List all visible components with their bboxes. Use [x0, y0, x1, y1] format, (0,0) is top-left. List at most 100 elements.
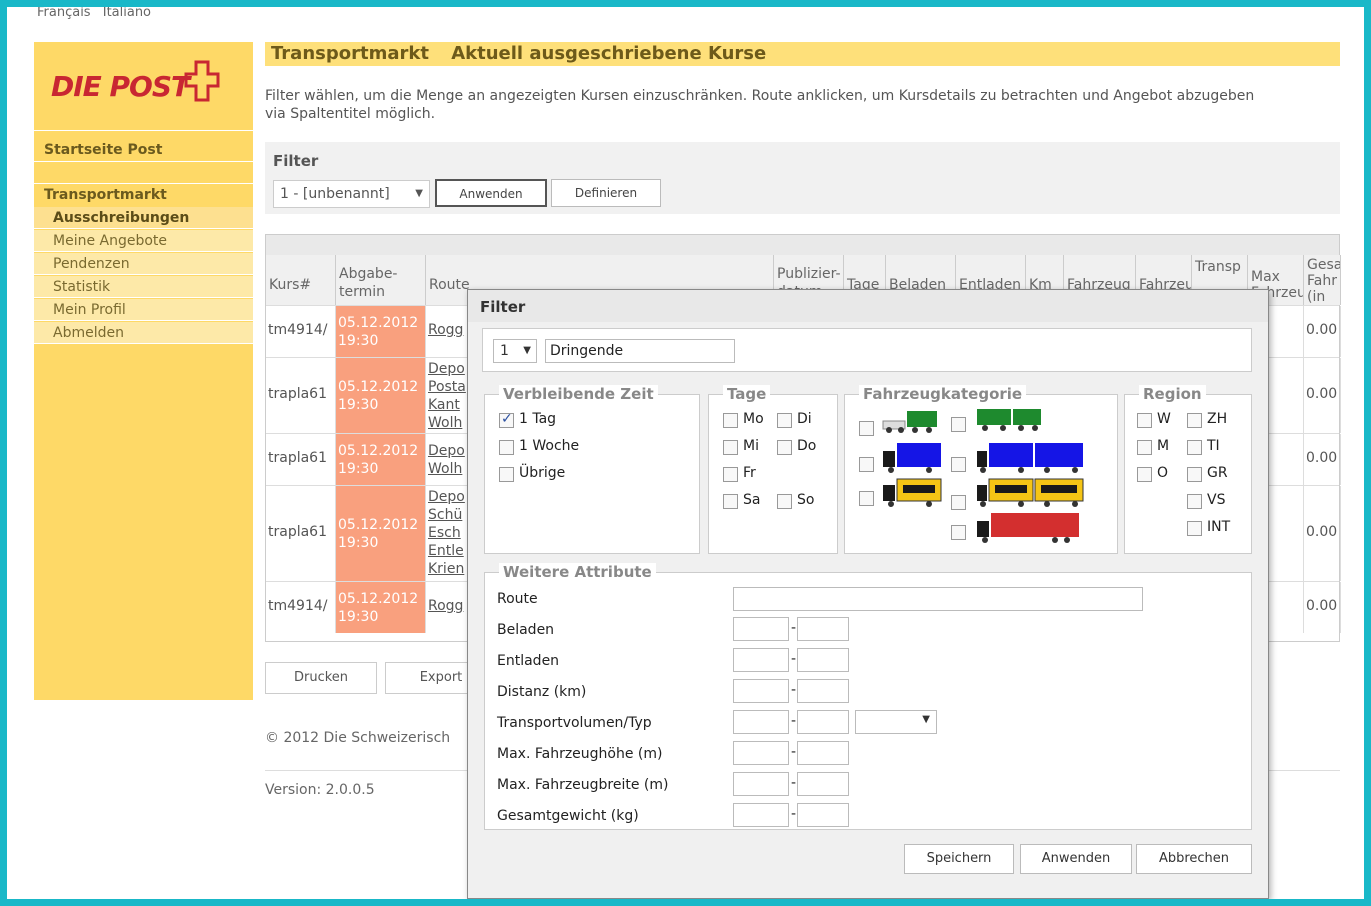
- route-link[interactable]: Kant: [428, 397, 460, 413]
- route-link[interactable]: Posta: [428, 379, 466, 395]
- vehicle-category-group: Fahrzeugkategorie: [844, 385, 1118, 554]
- checkbox-mi[interactable]: [723, 440, 738, 455]
- filter-select-value: 1 - [unbenannt]: [280, 186, 390, 202]
- checkbox-red-truck[interactable]: [951, 525, 966, 540]
- blue-truck-trailer-icon: [977, 443, 1083, 473]
- breite-from-input[interactable]: [733, 772, 789, 796]
- filter-name-input[interactable]: Dringende: [545, 339, 735, 363]
- distanz-from-input[interactable]: [733, 679, 789, 703]
- label-fr: Fr: [743, 465, 756, 481]
- table-header-bar: [266, 235, 1339, 255]
- gewicht-to-input[interactable]: [797, 803, 849, 827]
- route-link[interactable]: Entle: [428, 543, 464, 559]
- print-button[interactable]: Drucken: [265, 662, 377, 694]
- route-link[interactable]: Rogg: [428, 322, 463, 338]
- lang-it[interactable]: Italiano: [103, 7, 151, 20]
- breite-to-input[interactable]: [797, 772, 849, 796]
- column-header-abgabetermin[interactable]: Abgabe-termin: [336, 255, 426, 305]
- checkbox-mo[interactable]: [723, 413, 738, 428]
- checkbox-1-woche[interactable]: [499, 440, 514, 455]
- checkbox-di[interactable]: [777, 413, 792, 428]
- app-window: Français Italiano DIE POST Startseite Po…: [0, 0, 1371, 906]
- route-input[interactable]: [733, 587, 1143, 611]
- route-link[interactable]: Wolh: [428, 461, 462, 477]
- save-button[interactable]: Speichern: [904, 844, 1014, 874]
- checkbox-region-ti[interactable]: [1187, 440, 1202, 455]
- volumen-from-input[interactable]: [733, 710, 789, 734]
- distanz-to-input[interactable]: [797, 679, 849, 703]
- apply-filter-button[interactable]: Anwenden: [435, 179, 547, 207]
- filter-number-value: 1: [500, 343, 509, 359]
- checkbox-yellow-truck-trailer[interactable]: [951, 495, 966, 510]
- sidebar-item-abmelden[interactable]: Abmelden: [34, 322, 253, 344]
- entladen-to-input[interactable]: [797, 648, 849, 672]
- label-beladen: Beladen: [497, 622, 555, 638]
- beladen-from-input[interactable]: [733, 617, 789, 641]
- checkbox-region-m[interactable]: [1137, 440, 1152, 455]
- checkbox-region-int[interactable]: [1187, 521, 1202, 536]
- filter-dialog: Filter 1 ▼ Dringende Verbleibende Zeit 1…: [467, 289, 1269, 899]
- label-region-zh: ZH: [1207, 411, 1228, 427]
- sidebar-item-home[interactable]: Startseite Post: [34, 139, 253, 161]
- post-logo[interactable]: DIE POST: [51, 70, 190, 103]
- checkbox-do[interactable]: [777, 440, 792, 455]
- label-region-int: INT: [1207, 519, 1231, 535]
- apply-button[interactable]: Anwenden: [1020, 844, 1132, 874]
- cell-deadline: 05.12.2012 19:30: [336, 306, 426, 357]
- page-title: Transportmarkt Aktuell ausgeschriebene K…: [265, 42, 1340, 66]
- volumen-to-input[interactable]: [797, 710, 849, 734]
- label-so: So: [797, 492, 815, 508]
- route-link[interactable]: Depo: [428, 443, 465, 459]
- dialog-title: Filter: [468, 290, 1268, 322]
- filter-select[interactable]: 1 - [unbenannt] ▼: [273, 180, 430, 208]
- title-main: Transportmarkt: [271, 43, 429, 64]
- checkbox-blue-truck-trailer[interactable]: [951, 457, 966, 472]
- hoehe-to-input[interactable]: [797, 741, 849, 765]
- label-gesamtgewicht: Gesamtgewicht (kg): [497, 808, 639, 824]
- copyright: © 2012 Die Schweizerisch: [265, 730, 451, 746]
- checkbox-van[interactable]: [859, 421, 874, 436]
- sidebar-item-ausschreibungen[interactable]: Ausschreibungen: [34, 207, 253, 229]
- checkbox-region-o[interactable]: [1137, 467, 1152, 482]
- yellow-truck-icon: [883, 478, 942, 507]
- sidebar-item-mein-profil[interactable]: Mein Profil: [34, 299, 253, 321]
- range-dash: -: [791, 744, 797, 760]
- checkbox-blue-truck[interactable]: [859, 457, 874, 472]
- label-region-gr: GR: [1207, 465, 1228, 481]
- checkbox-uebrige[interactable]: [499, 467, 514, 482]
- checkbox-so[interactable]: [777, 494, 792, 509]
- beladen-to-input[interactable]: [797, 617, 849, 641]
- hoehe-from-input[interactable]: [733, 741, 789, 765]
- route-link[interactable]: Wolh: [428, 415, 462, 431]
- checkbox-yellow-truck[interactable]: [859, 491, 874, 506]
- filter-number-select[interactable]: 1 ▼: [493, 339, 537, 363]
- lang-fr[interactable]: Français: [37, 7, 91, 20]
- define-filter-button[interactable]: Definieren: [551, 179, 661, 207]
- route-link[interactable]: Schü: [428, 507, 462, 523]
- checkbox-region-gr[interactable]: [1187, 467, 1202, 482]
- route-link[interactable]: Depo: [428, 489, 465, 505]
- gewicht-from-input[interactable]: [733, 803, 789, 827]
- green-truck-trailer-icon: [977, 409, 1041, 431]
- checkbox-green-truck-trailer[interactable]: [951, 417, 966, 432]
- checkbox-region-vs[interactable]: [1187, 494, 1202, 509]
- sidebar-item-meine-angebote[interactable]: Meine Angebote: [34, 230, 253, 252]
- route-link[interactable]: Rogg: [428, 598, 463, 614]
- route-link[interactable]: Esch: [428, 525, 461, 541]
- sidebar-section-transportmarkt[interactable]: Transportmarkt: [34, 184, 253, 206]
- vehicle-category-legend: Fahrzeugkategorie: [859, 385, 1027, 403]
- entladen-from-input[interactable]: [733, 648, 789, 672]
- volumen-type-select[interactable]: ▼: [855, 710, 937, 734]
- cancel-button[interactable]: Abbrechen: [1136, 844, 1252, 874]
- checkbox-region-w[interactable]: [1137, 413, 1152, 428]
- sidebar-item-statistik[interactable]: Statistik: [34, 276, 253, 298]
- checkbox-1-tag[interactable]: [499, 411, 514, 428]
- route-link[interactable]: Krien: [428, 561, 464, 577]
- column-header-gesamtgewicht[interactable]: GesaFahr(in t): [1304, 255, 1341, 305]
- sidebar-item-pendenzen[interactable]: Pendenzen: [34, 253, 253, 275]
- checkbox-sa[interactable]: [723, 494, 738, 509]
- route-link[interactable]: Depo: [428, 361, 465, 377]
- checkbox-region-zh[interactable]: [1187, 413, 1202, 428]
- column-header-kurs[interactable]: Kurs#: [266, 255, 336, 305]
- checkbox-fr[interactable]: [723, 467, 738, 482]
